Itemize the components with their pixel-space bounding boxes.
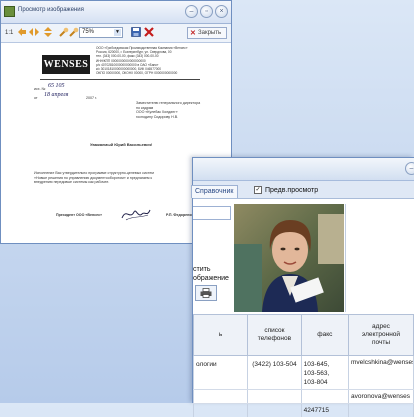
- show-image-label-line: стить: [193, 265, 233, 274]
- contacts-window: – Справочник ✓ Предв.просмотр стить обра…: [192, 157, 414, 403]
- zoom-in-icon[interactable]: [59, 27, 69, 37]
- cell-fax: [301, 390, 348, 404]
- zoom-out-icon[interactable]: [69, 27, 79, 37]
- printer-icon: [200, 288, 212, 298]
- close-viewer-label: Закрыть: [198, 30, 221, 36]
- zoom-value: 75%: [82, 29, 94, 35]
- cell-phones: (3422) 103-504: [248, 356, 302, 390]
- column-header-fax[interactable]: факс: [301, 315, 348, 356]
- table-row[interactable]: ологии (3422) 103-504 103-645, 103-563, …: [194, 356, 414, 390]
- search-input[interactable]: [193, 206, 231, 220]
- chevron-down-icon: ▼: [114, 29, 121, 36]
- close-x-icon: ✕: [190, 29, 196, 39]
- maximize-icon[interactable]: ▫: [200, 5, 213, 18]
- cell-email[interactable]: mvelcshkina@wenses: [348, 356, 413, 390]
- header-rule: [40, 79, 200, 80]
- app-icon: [4, 6, 15, 17]
- zoom-select[interactable]: 75% ▼: [79, 27, 123, 38]
- cell-name: ологии: [194, 356, 248, 390]
- cell-name: [194, 404, 248, 417]
- cell-email[interactable]: avoronova@wenses: [348, 390, 413, 404]
- close-icon[interactable]: ×: [215, 5, 228, 18]
- minimize-icon[interactable]: –: [185, 5, 198, 18]
- viewer-title: Просмотр изображения: [18, 7, 84, 13]
- cell-email[interactable]: [348, 404, 413, 417]
- cell-fax: 103-645, 103-563, 103-804: [301, 356, 348, 390]
- show-image-label-line: ображение: [193, 274, 233, 283]
- cell-name: [194, 390, 248, 404]
- sender-block: ООО «Грибоедовская Производственная Комп…: [96, 46, 191, 75]
- show-image-label: стить ображение: [193, 265, 233, 283]
- signature-name: Р.П. Федоренко: [166, 213, 193, 218]
- tab-directory[interactable]: Справочник: [191, 185, 238, 198]
- viewer-title-bar[interactable]: Просмотр изображения – ▫ ×: [1, 1, 231, 24]
- date-year: 2007 г.: [86, 96, 97, 101]
- viewer-toolbar: 1:1 75% ▼ ✕ Закрыть: [1, 24, 231, 43]
- preview-checkbox-label: Предв.просмотр: [265, 185, 318, 196]
- recipient-block: Заместителю генерального директора по ка…: [136, 101, 226, 119]
- sender-line: ОКПО 00000000, ОКОНХ 00000, ОГРН 0000000…: [96, 71, 191, 75]
- ref-number: 65 105: [48, 83, 65, 89]
- cell-phones: [248, 390, 302, 404]
- preview-checkbox[interactable]: ✓: [254, 186, 262, 194]
- signature-role: Президент ООО «Венсес»: [56, 213, 102, 218]
- company-logo: WENSES: [42, 55, 90, 74]
- recipient-line: господину Сидорову Н.В.: [136, 115, 226, 120]
- contacts-title-bar[interactable]: –: [193, 158, 414, 181]
- contacts-table: ь список телефонов факс адрес электронно…: [193, 314, 414, 417]
- column-header-name[interactable]: ь: [194, 315, 248, 356]
- print-button[interactable]: [195, 285, 217, 301]
- salutation: Уважаемый Юрий Васильевич!: [90, 143, 152, 148]
- flip-horizontal-icon[interactable]: [29, 27, 39, 37]
- date-value: 18 апреля: [44, 92, 68, 98]
- table-row[interactable]: 4247715: [194, 404, 414, 417]
- table-row[interactable]: avoronova@wenses: [194, 390, 414, 404]
- column-header-email[interactable]: адрес электронной почты: [348, 315, 413, 356]
- ref-prefix: исх. №: [34, 87, 45, 92]
- cell-fax: 4247715: [301, 404, 348, 417]
- cell-phones: [248, 404, 302, 417]
- employee-photo: [234, 204, 344, 312]
- close-viewer-button[interactable]: ✕ Закрыть: [187, 27, 227, 39]
- save-icon[interactable]: [131, 27, 141, 37]
- rotate-left-icon[interactable]: [17, 27, 27, 37]
- column-header-phones[interactable]: список телефонов: [248, 315, 302, 356]
- contacts-tab-strip: Справочник ✓ Предв.просмотр: [193, 181, 414, 199]
- date-prefix: от: [34, 96, 38, 101]
- details-panel: [345, 204, 414, 312]
- delete-icon[interactable]: [144, 27, 154, 37]
- minimize-icon[interactable]: –: [405, 162, 414, 175]
- signature-graphic: [120, 206, 152, 222]
- actual-size-button[interactable]: 1:1: [5, 27, 13, 39]
- flip-vertical-icon[interactable]: [43, 27, 53, 37]
